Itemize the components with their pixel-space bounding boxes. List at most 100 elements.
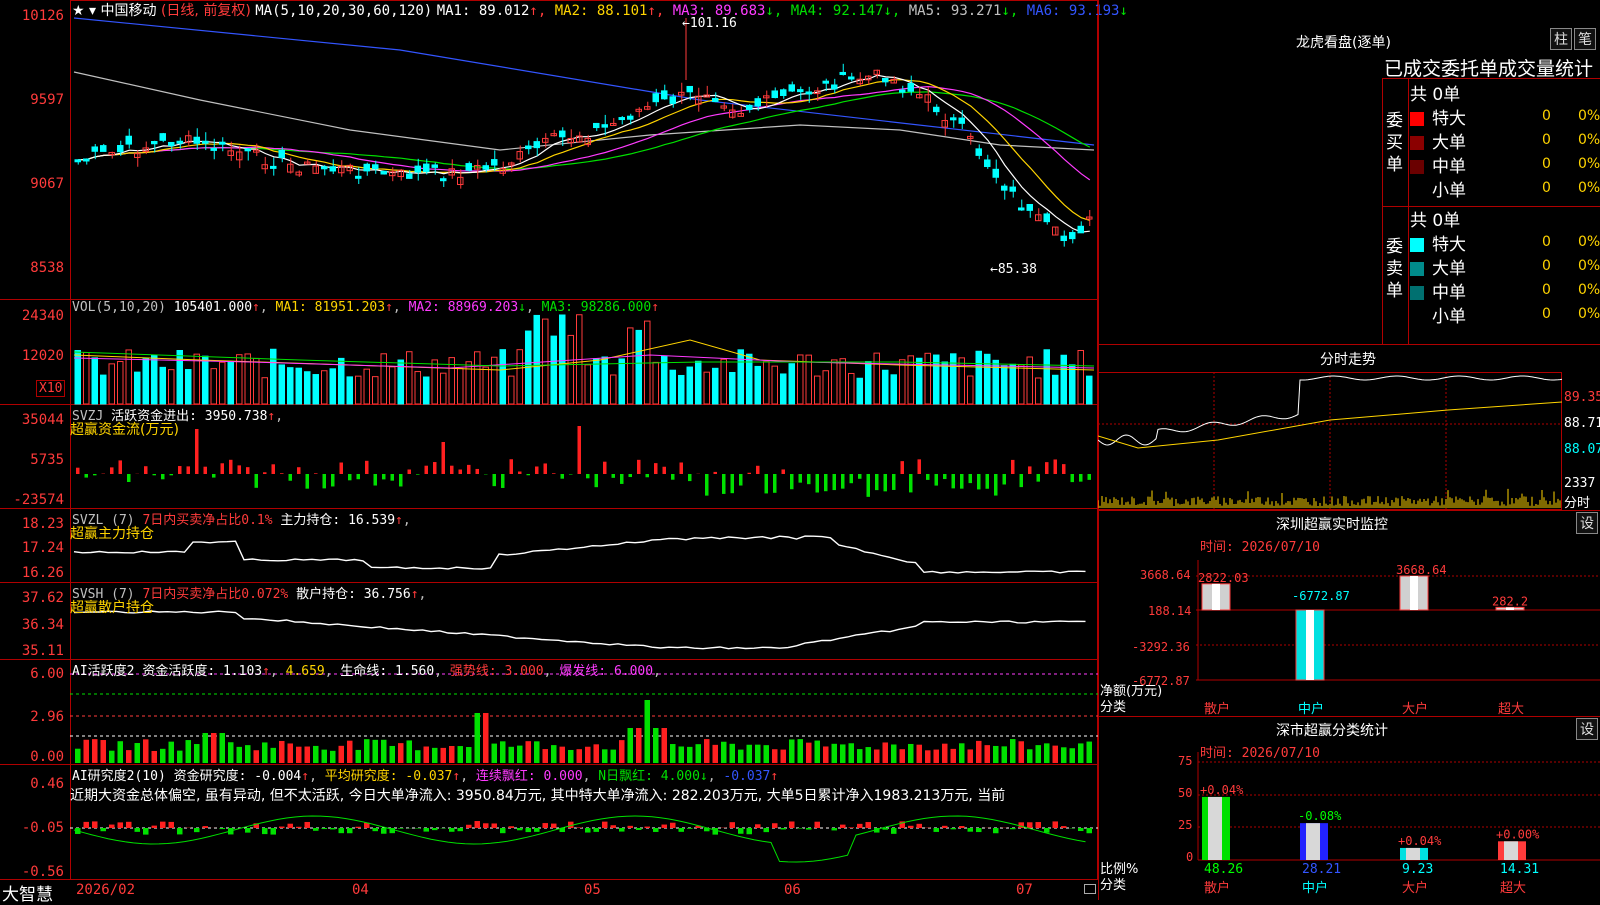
vol-ma3: MA3: 98286.000 (542, 300, 652, 315)
vol-bar-52 (517, 350, 523, 404)
vol-bar-88 (823, 371, 829, 404)
vol-bar-45 (458, 368, 464, 404)
ai1-bar-101 (934, 750, 940, 763)
vol-bar-8 (143, 359, 149, 404)
vol-bar-77 (730, 372, 736, 404)
stats-bar-chg-0: +0.04% (1200, 783, 1244, 797)
ai2-bar-79 (747, 828, 753, 834)
vol-bar-114 (1044, 350, 1050, 404)
ai2-bar-115 (1053, 821, 1059, 828)
ai1-bar-85 (798, 739, 804, 763)
candle-body-0 (75, 160, 81, 162)
ai1-bar-106 (976, 741, 982, 763)
ai2-bar-23 (271, 828, 277, 835)
vol-bar-73 (696, 361, 702, 404)
candle-body-9 (152, 142, 158, 144)
svzj-bar-93 (867, 474, 871, 497)
ai1-bar-44 (449, 746, 455, 763)
svzj-bar-103 (952, 474, 956, 488)
vol-bar-61 (594, 359, 600, 404)
ai2-line (74, 816, 1086, 862)
ai1-bar-36 (381, 740, 387, 763)
ai1-bar-75 (713, 745, 719, 763)
svzj-bar-26 (297, 467, 301, 474)
ai1-bar-103 (951, 749, 957, 763)
lock-icon[interactable] (1084, 884, 1096, 894)
candle-body-24 (279, 150, 285, 157)
svzj-bar-39 (408, 469, 412, 474)
monitor-bar-label-2: 3668.64 (1396, 563, 1447, 577)
ai2-bar-56 (551, 824, 557, 828)
monitor-cat-2: 大户 (1402, 701, 1428, 717)
ai2-bar-98 (908, 826, 914, 828)
vol-bar-60 (585, 365, 591, 404)
svzj-ytick-0: 35044 (0, 412, 64, 428)
ai1-bar-113 (1036, 745, 1042, 763)
ai1-bar-19 (237, 747, 243, 763)
vol-bar-105 (968, 376, 974, 404)
ai1-bar-90 (840, 744, 846, 763)
ai2-bar-41 (424, 828, 430, 832)
ai1-bar-54 (534, 741, 540, 763)
ai2-bar-116 (1061, 826, 1067, 828)
svzj-sub: 超赢资金流(万元) (70, 419, 179, 439)
vol-bar-87 (815, 376, 821, 404)
candle-body-109 (1002, 186, 1008, 190)
svzj-bar-47 (476, 469, 480, 474)
ai2-bar-60 (585, 828, 591, 833)
svzj-bar-109 (1003, 474, 1007, 484)
vol-ytick-1: 12020 (0, 348, 64, 364)
ai1-bar-45 (458, 746, 464, 763)
ai2-bar-64 (619, 828, 625, 832)
ai2-bar-110 (1010, 828, 1016, 829)
vol-bar-23 (271, 349, 277, 404)
vol-bar-117 (1070, 365, 1076, 404)
candle-body-23 (271, 166, 277, 168)
svzj-bar-37 (391, 474, 395, 481)
ai1-ytick-0: 6.00 (0, 666, 64, 682)
vol-bar-116 (1061, 355, 1067, 404)
stats-bar-chg-3: +0.00% (1496, 827, 1540, 841)
vol-bar-89 (832, 360, 838, 404)
ai2-bar-72 (687, 828, 693, 829)
vol-bar-81 (764, 362, 770, 404)
candle-body-116 (1061, 236, 1067, 240)
svzj-bar-0 (76, 468, 80, 474)
ai1-bar-37 (390, 746, 396, 763)
svzj-bar-85 (799, 474, 803, 483)
ai1-bar-20 (245, 745, 251, 763)
vol-bar-107 (985, 354, 991, 404)
candle-body-12 (177, 141, 183, 143)
ai2-bar-49 (492, 823, 498, 828)
xaxis-label-1: 04 (352, 882, 369, 898)
candle-body-65 (628, 116, 634, 119)
ai1-bar-30 (330, 751, 336, 763)
ma-value-5: MA5: 93.271 (900, 3, 1001, 19)
candle-body-53 (526, 146, 532, 149)
vol-bar-94 (874, 353, 880, 404)
svzj-bar-18 (229, 460, 233, 474)
svsh-sub: 超赢散户持仓 (70, 597, 154, 617)
star-icon[interactable]: ★ (72, 3, 85, 19)
menu-icon[interactable]: ▾ (89, 3, 96, 19)
monitor-bar-label-1: -6772.87 (1292, 589, 1350, 603)
ai1-bar-4 (109, 751, 115, 763)
svzj-bar-8 (144, 466, 148, 474)
svzj-bar-90 (841, 474, 845, 489)
vol-bar-58 (568, 335, 574, 404)
ai2-bar-10 (160, 822, 166, 828)
svzj-bar-97 (901, 461, 905, 474)
ai1-bar-74 (704, 739, 710, 763)
ai2-bar-77 (730, 822, 736, 828)
ma-label: MA(5,10,20,30,60,120) (255, 3, 432, 19)
ai2-bar-96 (891, 828, 897, 834)
brand-logo[interactable]: 大智慧 (2, 880, 53, 905)
svzj-bar-5 (119, 460, 123, 474)
ai1-bar-116 (1061, 747, 1067, 763)
xaxis-label-3: 06 (784, 882, 801, 898)
candle-body-95 (883, 78, 889, 81)
ai2-bar-67 (645, 827, 651, 828)
svzj-bar-92 (858, 474, 862, 479)
svzj-bar-86 (807, 474, 811, 484)
vol-bar-103 (951, 354, 957, 404)
